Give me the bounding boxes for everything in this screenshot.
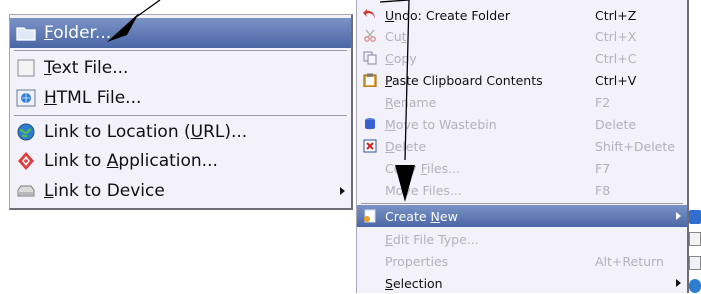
clipboard-icon (363, 73, 377, 88)
menu-item-label: Move to Wastebin (385, 116, 497, 132)
menu-item-create-new[interactable]: Create New (357, 205, 687, 227)
menu-item-label: Undo: Create Folder (385, 7, 510, 23)
menu-item-label: Cut (385, 28, 407, 44)
shortcut-label: Ctrl+X (595, 28, 637, 44)
menu-item-properties[interactable]: Properties Alt+Return (357, 250, 687, 272)
delete-icon (363, 139, 377, 153)
drive-icon (16, 181, 36, 201)
wastebin-icon (363, 117, 377, 131)
submenu-edge-icon (689, 232, 701, 246)
shortcut-label: Ctrl+Z (595, 7, 637, 23)
shortcut-label: Shift+Delete (595, 138, 675, 154)
menu-item-label: Rename (385, 94, 437, 110)
menu-item-delete[interactable]: Delete Shift+Delete (357, 135, 687, 157)
menu-item-selection[interactable]: Selection (357, 272, 687, 294)
menu-item-link-location[interactable]: Link to Location (URL)... (10, 117, 351, 147)
menu-item-undo[interactable]: Undo: Create Folder Ctrl+Z (357, 4, 687, 26)
menu-item-text-file[interactable]: Text File... (10, 53, 351, 83)
shortcut-label: Delete (595, 116, 637, 132)
menu-item-label: Paste Clipboard Contents (385, 72, 543, 88)
menu-item-label: Link to Device (44, 181, 165, 201)
text-file-icon (16, 58, 36, 78)
menu-item-copy-files[interactable]: Copy Files... F7 (357, 157, 687, 179)
menu-separator (14, 50, 347, 51)
html-file-icon (16, 88, 36, 108)
submenu-edge-icon (689, 210, 701, 224)
menu-item-label: Create New (385, 208, 458, 224)
submenu-arrow-icon (340, 187, 345, 195)
new-document-icon (363, 209, 377, 223)
menu-item-label: Delete (385, 138, 427, 154)
folder-icon (16, 23, 36, 43)
menu-separator (14, 115, 347, 116)
submenu-arrow-icon (676, 279, 681, 287)
create-new-submenu: Folder... Text File... HTML File... Link… (9, 14, 353, 210)
menu-item-copy[interactable]: Copy Ctrl+C (357, 47, 687, 69)
globe-icon (16, 122, 36, 142)
menu-item-label: Move Files... (385, 182, 462, 198)
menu-item-label: Link to Location (URL)... (44, 122, 248, 142)
menu-item-label: Link to Application... (44, 151, 218, 171)
menu-item-label: Selection (385, 275, 443, 291)
shortcut-label: F7 (595, 160, 611, 176)
shortcut-label: Alt+Return (595, 253, 664, 269)
menu-item-label: Copy (385, 50, 417, 66)
menu-item-html-file[interactable]: HTML File... (10, 83, 351, 113)
menu-item-link-application[interactable]: Link to Application... (10, 146, 351, 176)
menu-item-move-files[interactable]: Move Files... F8 (357, 179, 687, 201)
submenu-edge-icon (689, 256, 701, 270)
menu-item-label: HTML File... (44, 88, 142, 108)
submenu-edge-icon (689, 279, 701, 293)
application-icon (16, 151, 36, 171)
menu-item-cut[interactable]: Cut Ctrl+X (357, 25, 687, 47)
menu-item-label: Edit File Type... (385, 231, 479, 247)
scissors-icon (363, 29, 377, 43)
menu-item-folder[interactable]: Folder... (10, 18, 351, 48)
context-menu: Undo: Create Folder Ctrl+Z Cut Ctrl+X Co… (356, 0, 689, 293)
menu-item-rename[interactable]: Rename F2 (357, 91, 687, 113)
menu-item-paste[interactable]: Paste Clipboard Contents Ctrl+V (357, 69, 687, 91)
shortcut-label: Ctrl+C (595, 50, 637, 66)
menu-item-label: Properties (385, 253, 449, 269)
menu-item-edit-file-type[interactable]: Edit File Type... (357, 228, 687, 250)
menu-item-label: Text File... (44, 58, 129, 78)
menu-item-move-to-wastebin[interactable]: Move to Wastebin Delete (357, 113, 687, 135)
submenu-arrow-icon (676, 212, 681, 220)
menu-separator (361, 203, 683, 204)
menu-item-label: Folder... (44, 23, 112, 43)
undo-icon (363, 8, 377, 22)
copy-icon (363, 51, 377, 65)
menu-item-label: Copy Files... (385, 160, 461, 176)
shortcut-label: F2 (595, 94, 611, 110)
menu-item-link-device[interactable]: Link to Device (10, 176, 351, 206)
shortcut-label: F8 (595, 182, 611, 198)
shortcut-label: Ctrl+V (595, 72, 637, 88)
